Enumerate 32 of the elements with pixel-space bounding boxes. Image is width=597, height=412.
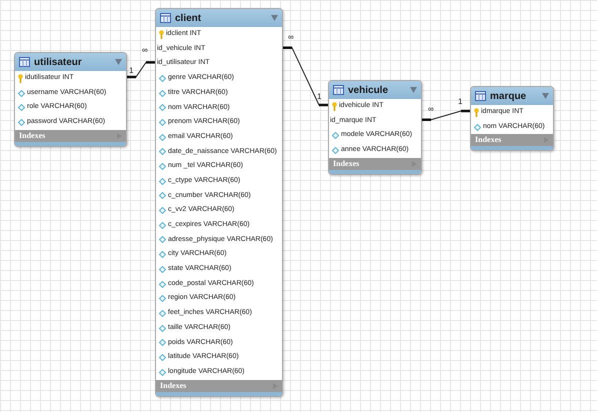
table-icon [475, 91, 486, 101]
key-icon [474, 108, 479, 117]
table-name: marque [490, 90, 528, 104]
cardinality-label: 1 [458, 97, 462, 106]
table-header[interactable]: utilisateur [15, 53, 126, 71]
table-name: utilisateur [34, 56, 83, 70]
table-icon [333, 85, 344, 95]
table-header[interactable]: vehicule [329, 81, 421, 99]
cardinality-label: ∞ [288, 32, 294, 42]
key-icon [18, 74, 23, 83]
indexes-label: Indexes [475, 134, 502, 146]
cardinality-label: 1 [317, 92, 322, 101]
table-icon [19, 57, 30, 67]
indexes-label: Indexes [160, 380, 188, 392]
cardinality-label: ∞ [142, 45, 148, 54]
collapse-icon[interactable] [410, 87, 417, 93]
key-icon [159, 30, 164, 39]
collapse-icon[interactable] [542, 93, 549, 99]
table-header[interactable]: client [156, 9, 282, 27]
collapse-icon[interactable] [115, 59, 122, 65]
table-name: client [175, 12, 202, 26]
table-node[interactable] [155, 8, 283, 396]
table-name: vehicule [348, 84, 390, 98]
indexes-label: Indexes [19, 130, 46, 142]
table-icon [160, 13, 171, 23]
table-header[interactable]: marque [471, 87, 553, 105]
cardinality-label: ∞ [428, 104, 434, 114]
indexes-label: Indexes [333, 158, 360, 170]
collapse-icon[interactable] [271, 15, 278, 21]
key-icon [332, 102, 337, 111]
cardinality-label: 1 [129, 66, 134, 75]
diamond-icon [474, 124, 481, 131]
